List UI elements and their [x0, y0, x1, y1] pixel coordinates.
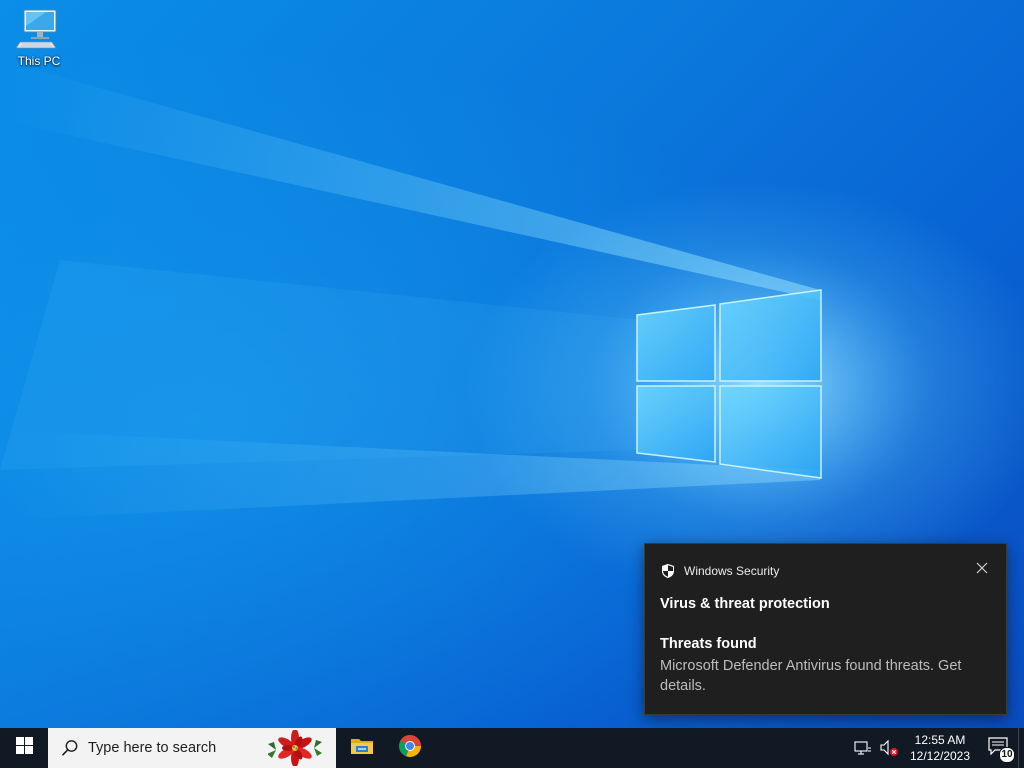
taskbar-app-google-chrome[interactable] — [386, 728, 434, 768]
windows-security-toast[interactable]: Windows Security Virus & threat protecti… — [644, 543, 1007, 715]
search-placeholder: Type here to search — [88, 740, 217, 756]
taskbar: Type here to search 12:55 AM 12/12/2023 … — [0, 728, 1024, 768]
taskbar-app-file-explorer[interactable] — [338, 728, 386, 768]
start-button[interactable] — [0, 728, 48, 768]
system-tray: 12:55 AM 12/12/2023 10 — [852, 728, 1024, 768]
toast-app-name: Windows Security — [684, 564, 780, 578]
toast-body: Microsoft Defender Antivirus found threa… — [660, 658, 962, 694]
notification-count-badge: 10 — [999, 747, 1015, 763]
desktop-icon-label: This PC — [17, 54, 61, 68]
show-desktop-button[interactable] — [1018, 728, 1024, 768]
toast-header: Windows Security — [660, 563, 779, 579]
windows-logo-icon — [15, 737, 33, 759]
search-highlight-poinsettia-icon[interactable] — [267, 729, 322, 767]
search-icon — [61, 739, 79, 757]
folder-icon — [350, 736, 374, 761]
taskbar-clock[interactable]: 12:55 AM 12/12/2023 — [902, 732, 978, 764]
taskbar-search-box[interactable]: Type here to search — [48, 728, 336, 768]
clock-time: 12:55 AM — [914, 733, 966, 747]
wallpaper-windows-logo — [630, 285, 830, 485]
shield-icon — [660, 563, 676, 579]
network-disconnected-icon[interactable] — [852, 728, 874, 768]
computer-icon — [15, 8, 62, 52]
clock-date: 12/12/2023 — [909, 749, 971, 763]
action-center-button[interactable]: 10 — [978, 728, 1018, 768]
toast-title: Virus & threat protection — [660, 596, 830, 612]
chrome-icon — [398, 734, 422, 763]
desktop-icon-this-pc[interactable]: This PC — [10, 8, 68, 74]
desktop: This PC Windows Security Virus & threat … — [0, 0, 1024, 728]
toast-subtitle: Threats found — [660, 636, 757, 652]
close-icon[interactable] — [974, 561, 990, 577]
volume-muted-icon[interactable] — [878, 728, 900, 768]
